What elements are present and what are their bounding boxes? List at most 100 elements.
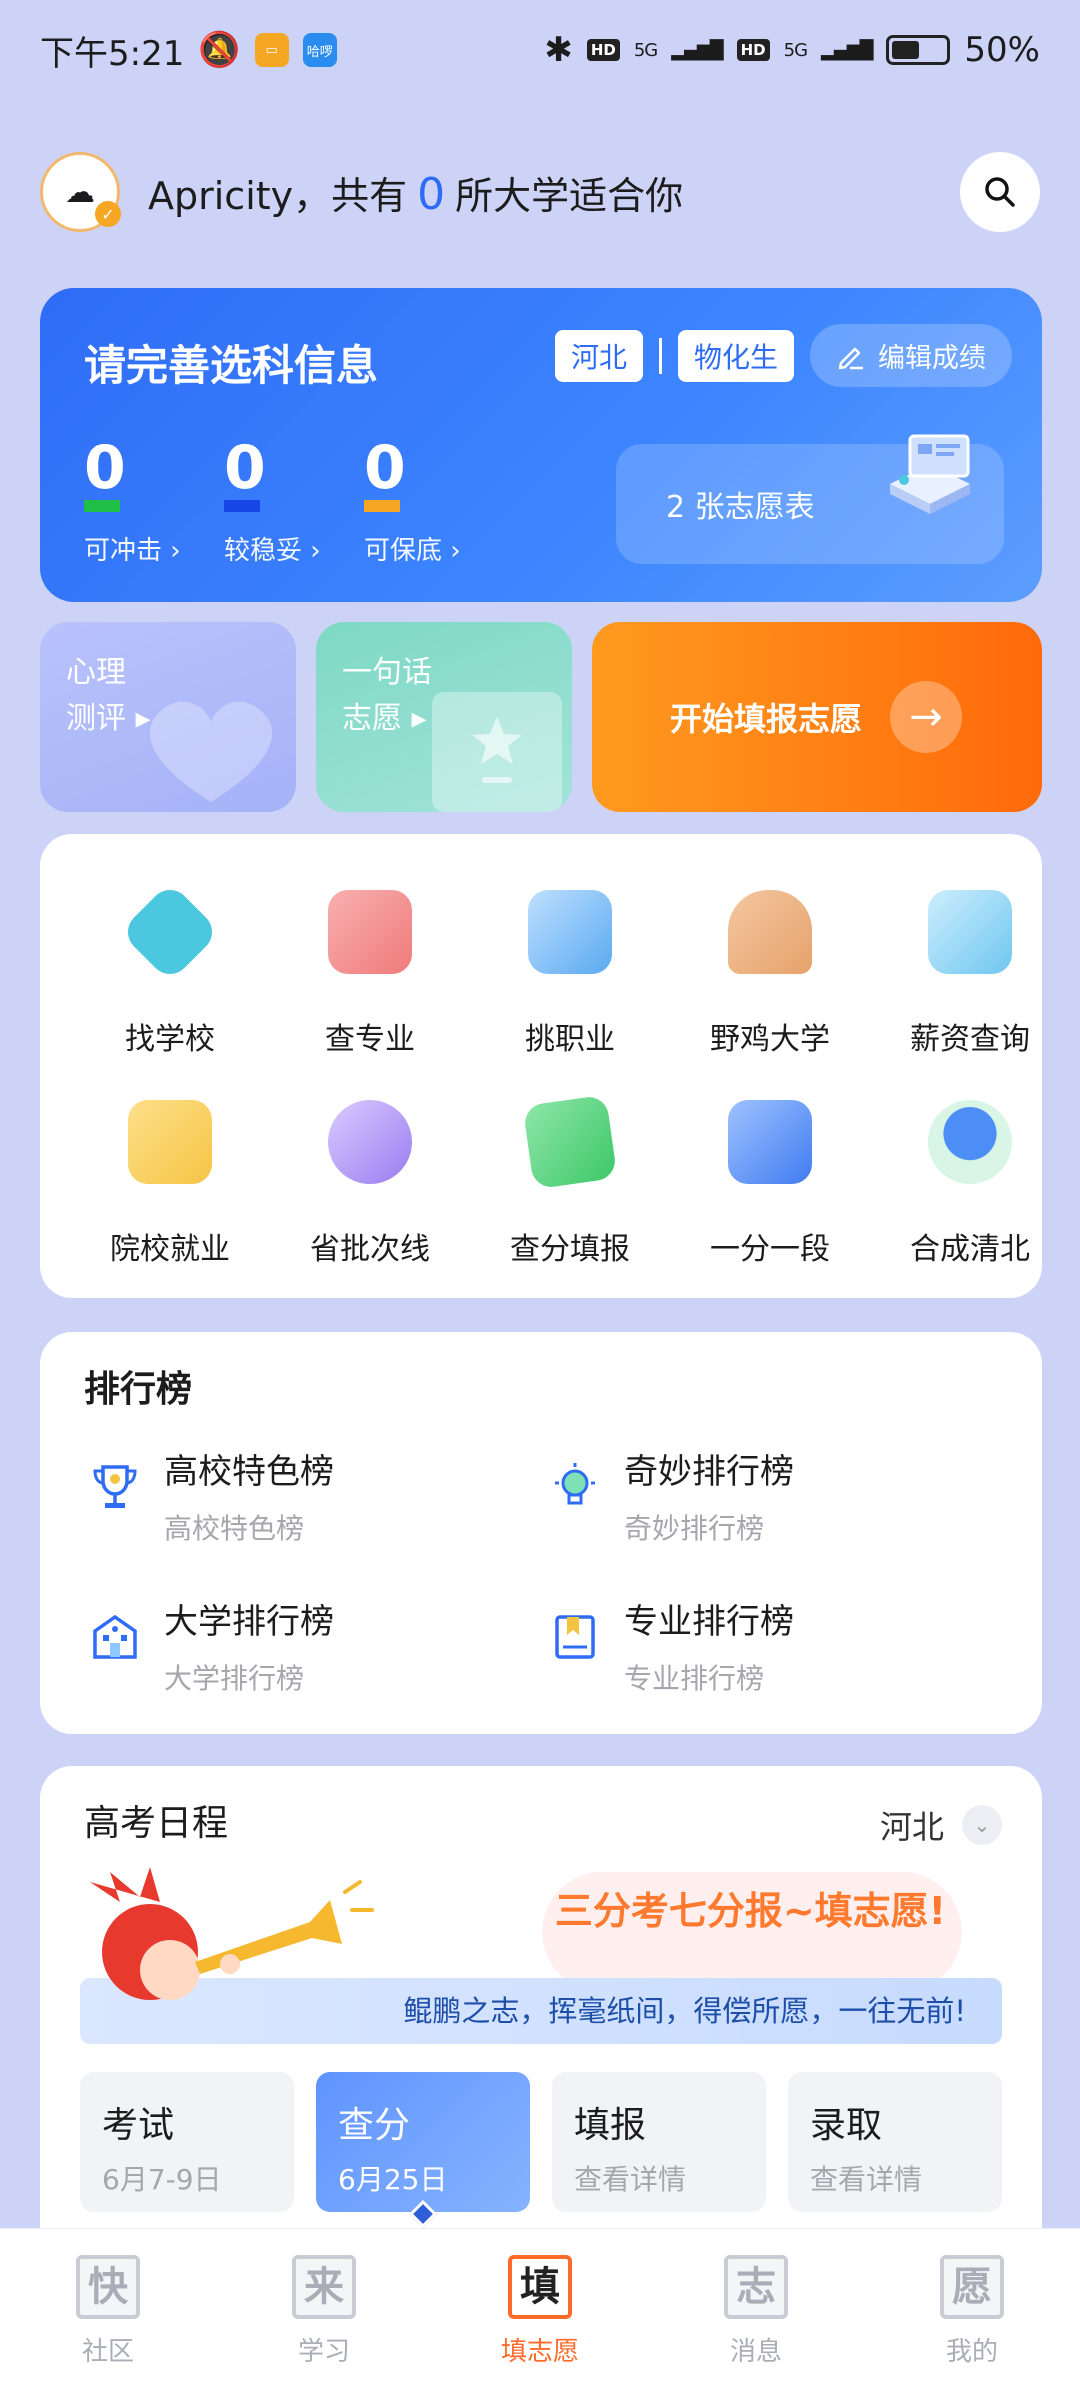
stats: 0 可冲击 › 0 较稳妥 › 0 可保底 › xyxy=(84,438,504,567)
rank-wonderful[interactable]: 奇妙排行榜 奇妙排行榜 xyxy=(540,1444,794,1547)
volunteer-tables-card[interactable]: 2 张志愿表 xyxy=(616,434,1004,564)
notification-app-icon: ▭ xyxy=(254,33,289,67)
tab-profile[interactable]: 愿 我的 xyxy=(902,2255,1042,2400)
chart-icon xyxy=(328,1100,412,1184)
volunteer-tables-label: 2 张志愿表 xyxy=(666,490,815,525)
rank-major[interactable]: 专业排行榜 专业排行榜 xyxy=(540,1594,794,1697)
rank-sub-label: 大学排行榜 xyxy=(164,1662,305,1695)
bluetooth-icon: ✱ xyxy=(544,30,573,70)
tab-label: 社区 xyxy=(81,2337,134,2367)
rank-sub-label: 奇妙排行榜 xyxy=(624,1512,765,1545)
monitor-illustration-icon xyxy=(890,434,970,514)
psych-test-card[interactable]: 心理 测评 ▸ xyxy=(40,622,296,812)
tools-card: 找学校 查专业 挑职业 野鸡大学 薪资查询 院校就业 省批次线 查分填报 一分一… xyxy=(40,834,1042,1298)
rank-main-label: 奇妙排行榜 xyxy=(624,1452,794,1492)
tool-score-filling[interactable]: 查分填报 xyxy=(470,1044,670,1267)
check-folder-icon xyxy=(128,1100,212,1184)
stat-reach-label: 可冲击 › xyxy=(84,536,181,566)
signal-bars-icon-2: ▂▄▆█ xyxy=(821,39,873,61)
tool-label: 查分填报 xyxy=(510,1232,630,1267)
greeting-suffix: 所大学适合你 xyxy=(455,173,684,218)
status-bar: 下午5:21 🔕 ▭ 哈啰 ✱ HD 5G ▂▄▆█ HD 5G ▂▄▆█ 50% xyxy=(0,0,1080,100)
step-name: 填报 xyxy=(574,2105,647,2146)
community-tab-icon: 快 xyxy=(76,2255,140,2319)
bookmark-icon xyxy=(540,1602,610,1672)
quick-actions: 心理 测评 ▸ 一句话 志愿 ▸ 开始填报志愿 → xyxy=(40,622,1042,812)
search-button[interactable] xyxy=(960,152,1040,232)
province-tag[interactable]: 河北 xyxy=(554,329,643,382)
one-sentence-card[interactable]: 一句话 志愿 ▸ xyxy=(316,622,572,812)
rank-sub-label: 高校特色榜 xyxy=(164,1512,305,1545)
province-label: 河北 xyxy=(879,1808,944,1846)
lightbulb-icon xyxy=(540,1452,610,1522)
banner-headline: 三分考七分报~填志愿! xyxy=(554,1889,946,1933)
tab-messages[interactable]: 志 消息 xyxy=(686,2255,826,2400)
stat-stable[interactable]: 0 较稳妥 › xyxy=(224,438,362,567)
tool-salary-query[interactable]: 薪资查询 xyxy=(870,834,1070,1057)
tab-label: 填志愿 xyxy=(500,2337,579,2367)
tie-icon xyxy=(528,890,612,974)
start-filling-button[interactable]: 开始填报志愿 → xyxy=(592,622,1042,812)
tool-score-segment[interactable]: 一分一段 xyxy=(670,1044,870,1267)
rank-main-label: 高校特色榜 xyxy=(164,1452,334,1492)
book-icon xyxy=(328,890,412,974)
step-name: 查分 xyxy=(338,2105,411,2146)
tool-qingbei-merge[interactable]: 合成清北 xyxy=(870,1044,1070,1267)
tool-check-major[interactable]: 查专业 xyxy=(270,834,470,1057)
edit-icon xyxy=(522,1094,618,1190)
start-filling-label: 开始填报志愿 xyxy=(670,700,863,738)
ranking-card: 排行榜 高校特色榜 高校特色榜 奇妙排行榜 奇妙排行榜 大学排行榜 大学排行榜 xyxy=(40,1332,1042,1734)
segment-icon xyxy=(728,1100,812,1184)
hd-icon: HD xyxy=(586,39,620,61)
step-exam[interactable]: 考试 6月7-9日 xyxy=(80,2072,294,2212)
stat-reach[interactable]: 0 可冲击 › xyxy=(84,438,222,567)
rank-main-label: 大学排行榜 xyxy=(164,1602,334,1642)
tab-fill-volunteer[interactable]: 填 填志愿 xyxy=(470,2255,610,2400)
stat-stable-value: 0 xyxy=(224,433,266,503)
study-tab-icon: 来 xyxy=(292,2255,356,2319)
rank-university[interactable]: 大学排行榜 大学排行榜 xyxy=(80,1594,334,1697)
tab-label: 学习 xyxy=(297,2337,350,2367)
tool-college-employment[interactable]: 院校就业 xyxy=(70,1044,270,1267)
cloud-avatar-icon: ☁ xyxy=(65,174,95,210)
step-admission[interactable]: 录取 查看详情 xyxy=(788,2072,1002,2212)
tool-find-school[interactable]: 找学校 xyxy=(70,834,270,1057)
stat-safe-label: 可保底 › xyxy=(364,536,461,566)
stat-stable-label: 较稳妥 › xyxy=(224,536,321,566)
arrow-right-icon: → xyxy=(890,681,963,753)
edit-score-label: 编辑成绩 xyxy=(878,343,986,374)
step-check-score[interactable]: 查分 6月25日 xyxy=(316,2072,530,2229)
rank-college-features[interactable]: 高校特色榜 高校特色榜 xyxy=(80,1444,334,1547)
step-fill[interactable]: 填报 查看详情 xyxy=(552,2072,766,2212)
active-step-marker xyxy=(408,2199,438,2229)
avatar[interactable]: ☁ ✓ xyxy=(40,152,121,232)
merge-icon xyxy=(928,1100,1012,1184)
step-name: 考试 xyxy=(102,2105,175,2146)
schedule-card: 高考日程 河北 ⌄ 三分考七分报~填志愿! 鲲鹏之志，挥毫纸间，得偿所愿，一往无… xyxy=(40,1766,1042,2286)
tool-label: 合成清北 xyxy=(910,1232,1030,1267)
step-name: 录取 xyxy=(810,2105,883,2146)
tab-community[interactable]: 快 社区 xyxy=(38,2255,178,2400)
fill-tab-icon: 填 xyxy=(508,2255,572,2319)
mute-icon: 🔕 xyxy=(198,30,241,70)
score-card-tags: 河北 物化生 编辑成绩 xyxy=(554,324,1012,387)
salary-icon xyxy=(928,890,1012,974)
score-card[interactable]: 请完善选科信息 河北 物化生 编辑成绩 0 可冲击 › 0 较稳妥 › 0 可保… xyxy=(40,288,1042,602)
tool-province-line[interactable]: 省批次线 xyxy=(270,1044,470,1267)
schedule-banner[interactable]: 三分考七分报~填志愿! 鲲鹏之志，挥毫纸间，得偿所愿，一往无前! xyxy=(80,1852,1002,2044)
tab-label: 我的 xyxy=(945,2337,998,2367)
tool-label: 省批次线 xyxy=(310,1232,430,1267)
subjects-tag[interactable]: 物化生 xyxy=(677,329,794,382)
tool-choose-career[interactable]: 挑职业 xyxy=(470,834,670,1057)
rank-sub-label: 专业排行榜 xyxy=(624,1662,765,1695)
step-date: 查看详情 xyxy=(810,2163,923,2196)
edit-score-button[interactable]: 编辑成绩 xyxy=(810,324,1012,387)
stat-safe[interactable]: 0 可保底 › xyxy=(364,438,502,567)
schedule-title: 高考日程 xyxy=(84,1803,229,1844)
greeting-user: Apricity，共有 xyxy=(148,173,408,218)
greeting: Apricity，共有 0 所大学适合你 xyxy=(148,165,683,220)
province-selector[interactable]: 河北 ⌄ xyxy=(880,1802,1002,1848)
tab-study[interactable]: 来 学习 xyxy=(254,2255,394,2400)
battery-percent: 50% xyxy=(964,30,1040,70)
tool-fake-university[interactable]: 野鸡大学 xyxy=(670,834,870,1057)
